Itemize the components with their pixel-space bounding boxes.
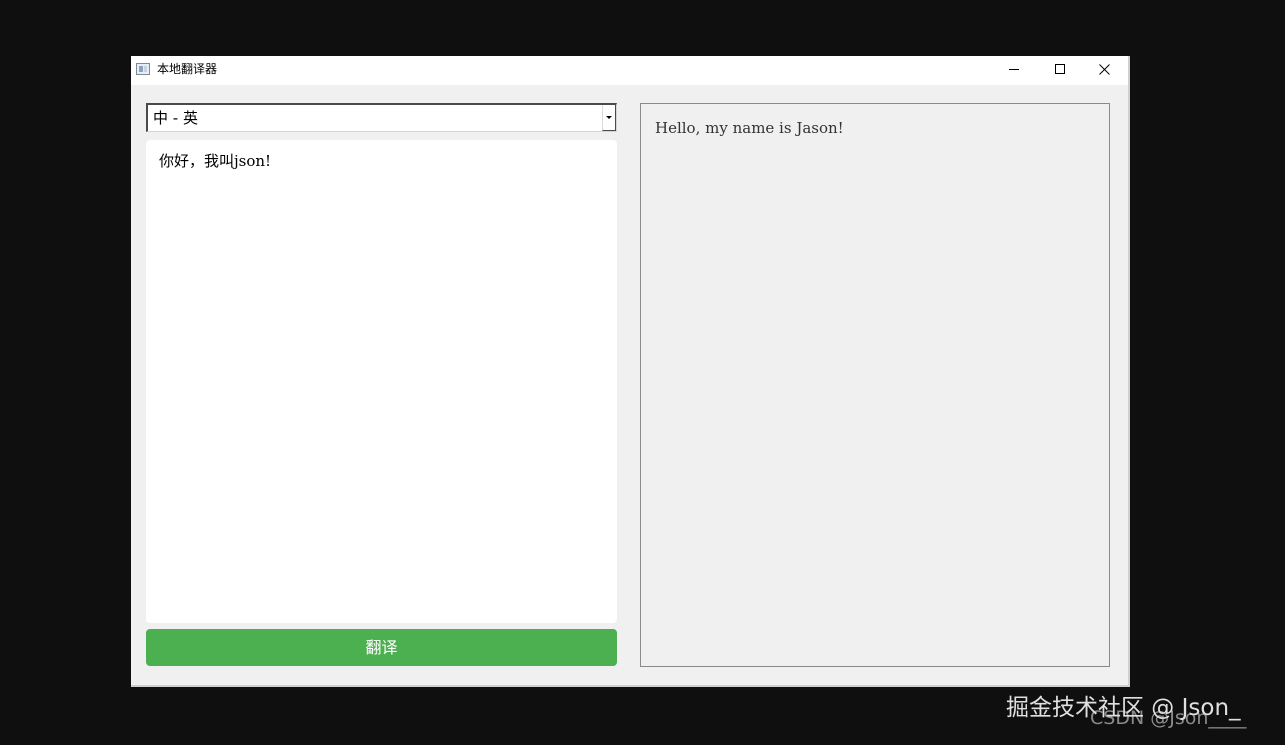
minimize-icon — [1009, 69, 1019, 70]
source-text-input[interactable]: 你好，我叫json! — [146, 140, 617, 623]
translation-output[interactable]: Hello, my name is Jason! — [640, 103, 1110, 667]
translation-output-text: Hello, my name is Jason! — [655, 119, 844, 137]
minimize-button[interactable] — [992, 56, 1037, 85]
watermark: CSDN @Json____ 掘金技术社区 @ Json_ — [1006, 693, 1278, 733]
chevron-down-icon[interactable] — [602, 105, 616, 131]
language-select[interactable]: 中 - 英 — [146, 103, 617, 132]
maximize-button[interactable] — [1037, 56, 1082, 85]
watermark-primary: 掘金技术社区 @ Json_ — [1006, 695, 1241, 721]
title-bar[interactable]: 本地翻译器 — [131, 56, 1128, 85]
translate-button[interactable]: 翻译 — [146, 629, 617, 666]
app-window: 本地翻译器 中 - 英 你好，我叫json! 翻译 Hello, my name… — [131, 56, 1130, 687]
window-title: 本地翻译器 — [157, 62, 218, 76]
app-window-icon — [136, 63, 150, 75]
language-select-value: 中 - 英 — [153, 109, 198, 127]
close-icon — [1099, 64, 1110, 75]
maximize-icon — [1055, 64, 1065, 74]
close-button[interactable] — [1082, 56, 1127, 85]
